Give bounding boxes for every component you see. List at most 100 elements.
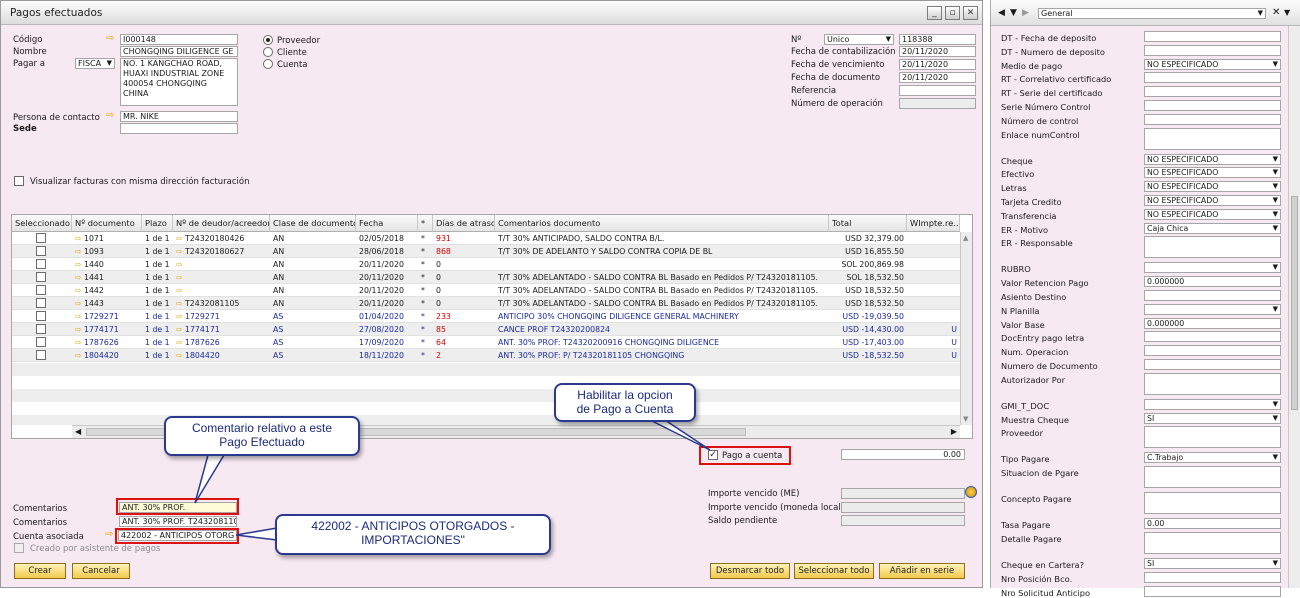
link-arrow-icon[interactable]: ⇨ bbox=[75, 260, 84, 269]
col-header[interactable]: Fecha bbox=[356, 215, 418, 232]
field-input[interactable] bbox=[1144, 100, 1281, 111]
vertical-scrollbar[interactable]: ▲ ▼ bbox=[960, 232, 972, 425]
scroll-right-icon[interactable]: ▶ bbox=[951, 427, 957, 436]
field-input[interactable] bbox=[1144, 236, 1281, 259]
field-select[interactable]: Caja Chica bbox=[1144, 222, 1281, 234]
link-arrow-icon[interactable]: ⇨ bbox=[75, 286, 84, 295]
radio-cuenta[interactable] bbox=[263, 59, 273, 69]
fecha-doc-field[interactable]: 20/11/2020 bbox=[899, 72, 976, 83]
row-checkbox[interactable] bbox=[36, 259, 46, 269]
field-input[interactable] bbox=[1144, 331, 1281, 343]
field-select[interactable]: NO ESPECIFICADO bbox=[1144, 58, 1281, 70]
link-arrow-icon[interactable]: ⇨ bbox=[106, 34, 118, 44]
fecha-venc-field[interactable]: 20/11/2020 bbox=[899, 59, 976, 70]
field-select[interactable]: NO ESPECIFICADO bbox=[1144, 208, 1281, 220]
col-header[interactable]: * bbox=[418, 215, 433, 232]
field-select[interactable] bbox=[1144, 262, 1281, 274]
field-select[interactable]: NO ESPECIFICADO bbox=[1144, 181, 1281, 193]
anadir-button[interactable]: Añadir en serie bbox=[879, 563, 965, 579]
scroll-left-icon[interactable]: ◀ bbox=[75, 427, 81, 436]
num-operacion-field[interactable] bbox=[899, 98, 976, 109]
field-input[interactable] bbox=[1144, 359, 1281, 370]
field-select[interactable]: SI bbox=[1144, 412, 1281, 424]
pago-cuenta-checkbox[interactable]: ✓ bbox=[708, 450, 718, 460]
row-checkbox[interactable] bbox=[36, 272, 46, 282]
desmarcar-button[interactable]: Desmarcar todo bbox=[710, 563, 790, 579]
table-row[interactable]: ⇨ 1443 1 de 1 ⇨ T2432081105 AN 20/11/2020 * 0 T… bbox=[12, 297, 960, 310]
field-input[interactable] bbox=[1144, 127, 1281, 150]
table-row[interactable]: ⇨ 1441 1 de 1 ⇨ AN 20/11/2020 * 0 T/T 30% ADEL… bbox=[12, 271, 960, 284]
col-header[interactable]: Días de atraso bbox=[433, 215, 495, 232]
field-select[interactable]: SI bbox=[1144, 558, 1281, 569]
field-select[interactable] bbox=[1144, 303, 1281, 315]
link-arrow-icon[interactable]: ⇨ bbox=[106, 111, 118, 121]
row-checkbox[interactable] bbox=[36, 246, 46, 256]
row-checkbox[interactable] bbox=[36, 350, 46, 360]
link-arrow-icon[interactable]: ⇨ bbox=[75, 351, 84, 360]
row-checkbox[interactable] bbox=[36, 337, 46, 347]
link-arrow-icon[interactable]: ⇨ bbox=[176, 325, 185, 334]
table-row[interactable]: ⇨ 1093 1 de 1 ⇨ T24320180627 AN 28/06/2018 * 8… bbox=[12, 245, 960, 258]
link-arrow-icon[interactable]: ⇨ bbox=[176, 312, 185, 321]
link-arrow-icon[interactable]: ⇨ bbox=[176, 247, 185, 256]
col-header[interactable]: Nº documento bbox=[72, 215, 142, 232]
field-input[interactable] bbox=[1144, 44, 1281, 56]
cuenta-field[interactable]: 422002 - ANTICIPOS OTORG bbox=[118, 530, 237, 541]
field-input[interactable]: 0.00 bbox=[1144, 518, 1281, 530]
close-icon[interactable]: ✕ bbox=[963, 6, 978, 20]
scroll-down-icon[interactable]: ▼ bbox=[963, 415, 968, 423]
serie-select[interactable]: Unico bbox=[824, 34, 894, 45]
link-arrow-icon[interactable]: ⇨ bbox=[75, 312, 84, 321]
table-row[interactable]: ⇨ 1071 1 de 1 ⇨ T24320180426 AN 02/05/2018 * 9… bbox=[12, 232, 960, 245]
field-select[interactable]: NO ESPECIFICADO bbox=[1144, 195, 1281, 206]
nav-down-icon[interactable]: ▼ bbox=[1010, 8, 1017, 18]
referencia-field[interactable] bbox=[899, 85, 976, 96]
crear-button[interactable]: Crear bbox=[14, 563, 66, 579]
fecha-contab-field[interactable]: 20/11/2020 bbox=[899, 46, 976, 57]
minimize-icon[interactable]: _ bbox=[927, 6, 942, 20]
link-arrow-icon[interactable]: ⇨ bbox=[176, 273, 183, 282]
field-input[interactable] bbox=[1144, 72, 1281, 84]
col-header[interactable]: Seleccionado bbox=[12, 215, 72, 232]
category-select[interactable]: General bbox=[1038, 8, 1266, 19]
link-arrow-icon[interactable]: ⇨ bbox=[75, 338, 84, 347]
col-header[interactable]: Clase de documento bbox=[270, 215, 356, 232]
link-arrow-icon[interactable]: ⇨ bbox=[176, 286, 183, 295]
table-row[interactable]: ⇨ 1804420 1 de 1 ⇨ 1804420 AS 18/11/2020 * 2 AN… bbox=[12, 349, 960, 362]
link-arrow-icon[interactable]: ⇨ bbox=[75, 325, 84, 334]
field-input[interactable] bbox=[1144, 571, 1281, 583]
link-arrow-icon[interactable]: ⇨ bbox=[105, 530, 117, 540]
field-input[interactable] bbox=[1144, 426, 1281, 449]
nav-prev-icon[interactable]: ◀ bbox=[998, 8, 1005, 18]
table-row[interactable]: ⇨ 1440 1 de 1 ⇨ AN 20/11/2020 * 0 SOL 200,869.… bbox=[12, 258, 960, 271]
col-header[interactable]: Plazo bbox=[142, 215, 173, 232]
col-header[interactable]: Nº de deudor/acreedor bbox=[173, 215, 270, 232]
field-select[interactable] bbox=[1144, 398, 1281, 410]
row-checkbox[interactable] bbox=[36, 298, 46, 308]
sede-field[interactable] bbox=[120, 123, 238, 134]
chevron-down-icon[interactable]: ▼ bbox=[1284, 8, 1290, 17]
link-arrow-icon[interactable]: ⇨ bbox=[176, 338, 185, 347]
field-input[interactable]: 0.000000 bbox=[1144, 317, 1281, 329]
radio-cliente[interactable] bbox=[263, 47, 273, 57]
field-input[interactable] bbox=[1144, 585, 1281, 597]
nav-next-icon[interactable]: ▶ bbox=[1022, 8, 1029, 18]
scroll-up-icon[interactable]: ▲ bbox=[963, 234, 968, 242]
field-input[interactable] bbox=[1144, 532, 1281, 554]
address-box[interactable]: NO. 1 KANGCHAO ROAD, HUAXI INDUSTRIAL ZO… bbox=[120, 58, 238, 106]
close-icon[interactable]: ✕ bbox=[1272, 7, 1280, 18]
row-checkbox[interactable] bbox=[36, 311, 46, 321]
link-arrow-icon[interactable]: ⇨ bbox=[176, 299, 185, 308]
field-select[interactable]: NO ESPECIFICADO bbox=[1144, 167, 1281, 179]
pago-cuenta-amount[interactable]: 0.00 bbox=[841, 449, 965, 460]
table-row[interactable]: ⇨ 1729271 1 de 1 ⇨ 1729271 AS 01/04/2020 * 233… bbox=[12, 310, 960, 323]
pane-scrollbar[interactable] bbox=[1288, 26, 1300, 588]
nombre-field[interactable]: CHONGQING DILIGENCE GE bbox=[120, 46, 238, 57]
link-arrow-icon[interactable]: ⇨ bbox=[176, 260, 183, 269]
col-header[interactable]: Total bbox=[829, 215, 907, 232]
link-arrow-icon[interactable]: ⇨ bbox=[75, 247, 84, 256]
link-arrow-icon[interactable]: ⇨ bbox=[176, 351, 185, 360]
contacto-field[interactable]: MR. NIKE bbox=[120, 111, 238, 122]
col-header[interactable]: Comentarios documento bbox=[495, 215, 829, 232]
field-input[interactable]: 0.000000 bbox=[1144, 276, 1281, 288]
